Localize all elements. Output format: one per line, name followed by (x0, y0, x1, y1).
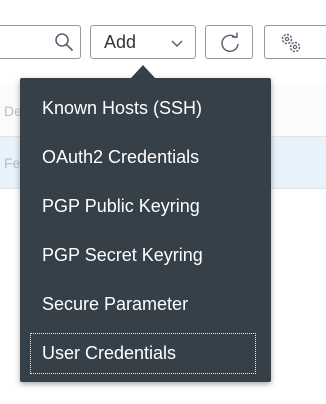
menu-item-oauth2-credentials[interactable]: OAuth2 Credentials (20, 133, 271, 182)
menu-item-secure-parameter[interactable]: Secure Parameter (20, 280, 271, 329)
add-button-label: Add (104, 31, 137, 52)
menu-item-user-credentials[interactable]: User Credentials (20, 329, 271, 378)
focus-outline (30, 333, 256, 374)
refresh-icon (219, 32, 241, 54)
row-cell-fragment: Fe (4, 155, 21, 171)
menu-item-label: Secure Parameter (42, 294, 189, 314)
search-icon[interactable] (54, 32, 74, 52)
menu-item-label: OAuth2 Credentials (42, 147, 200, 167)
chevron-down-icon (169, 34, 185, 50)
settings-button[interactable] (264, 25, 326, 59)
menu-pointer (131, 65, 155, 78)
add-button[interactable]: Add (90, 25, 196, 59)
menu-item-known-hosts[interactable]: Known Hosts (SSH) (20, 84, 271, 133)
menu-item-label: PGP Secret Keyring (42, 245, 203, 265)
menu-item-label: PGP Public Keyring (42, 196, 200, 216)
settings-icon (279, 31, 303, 55)
menu-item-label: Known Hosts (SSH) (42, 98, 203, 118)
menu-item-pgp-secret-keyring[interactable]: PGP Secret Keyring (20, 231, 271, 280)
toolbar: Add (0, 0, 326, 85)
add-dropdown-menu: Known Hosts (SSH) OAuth2 Credentials PGP… (20, 78, 271, 382)
refresh-button[interactable] (205, 25, 253, 59)
search-field[interactable] (0, 25, 81, 59)
menu-item-pgp-public-keyring[interactable]: PGP Public Keyring (20, 182, 271, 231)
page: Dep Fe Add Known Hosts (SSH) OAuth2 Cred… (0, 0, 326, 404)
